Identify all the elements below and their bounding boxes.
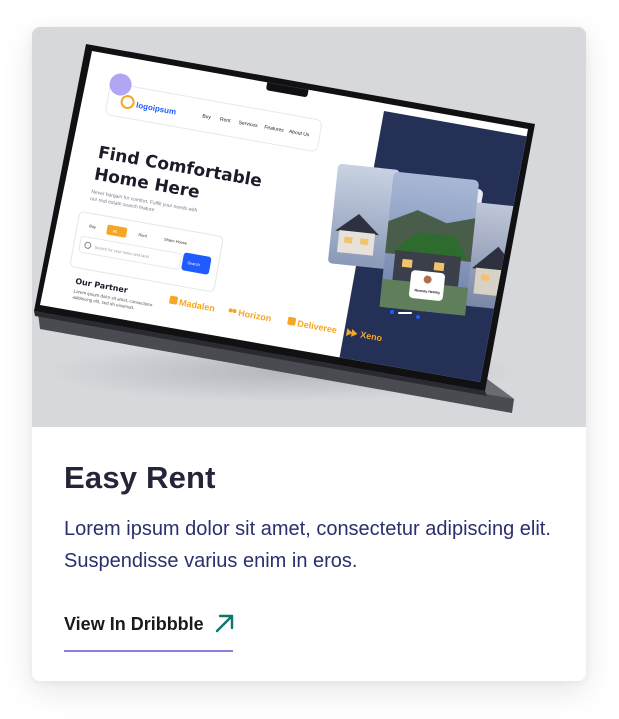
- card-title: Easy Rent: [64, 460, 216, 495]
- project-card: logoipsum Buy Rent Services Features Abo…: [32, 27, 586, 681]
- arrow-up-right-icon: [215, 614, 234, 633]
- link-label: View In Dribbble: [64, 614, 204, 634]
- card-description: Lorem ipsum dolor sit amet, consectetur …: [64, 518, 551, 572]
- view-in-dribbble-link[interactable]: View In Dribbble: [64, 611, 234, 652]
- laptop-mockup: logoipsum Buy Rent Services Features Abo…: [34, 44, 535, 413]
- hero-image: logoipsum Buy Rent Services Features Abo…: [32, 27, 586, 427]
